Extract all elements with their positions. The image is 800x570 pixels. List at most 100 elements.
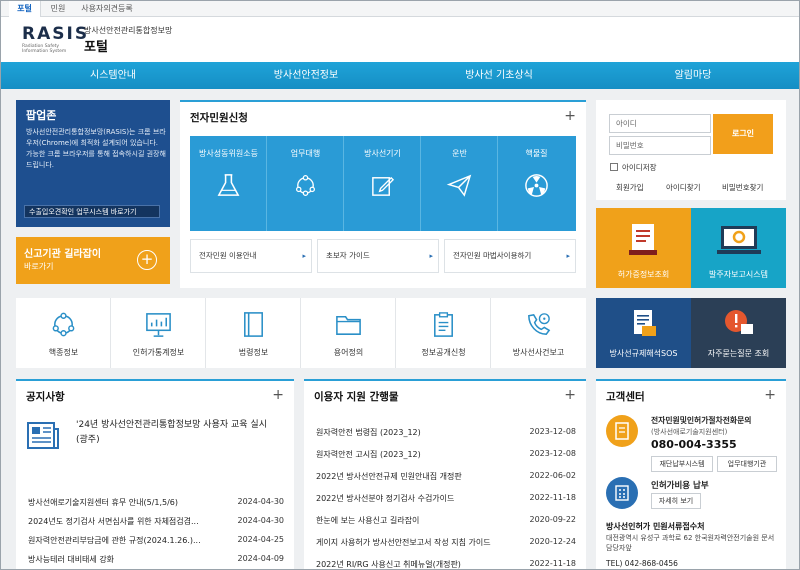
plus-icon[interactable]: + <box>564 387 576 403</box>
notice-title: 공지사항 <box>26 391 65 403</box>
notice-item[interactable]: 방사선애로기술지원센터 휴무 안내(5/1,5/6) <box>28 497 268 508</box>
tile-agency[interactable]: 업무대행 <box>267 136 344 231</box>
grid-glyph <box>615 485 629 501</box>
shortcut-label: 방사선사건보고 <box>512 348 565 357</box>
shortcut-law-info[interactable]: 법령정보 <box>206 298 301 368</box>
main-nav: 시스템안내 방사선안전정보 방사선 기초상식 알림마당 <box>1 62 799 89</box>
password-input[interactable]: 비밀번호 <box>609 136 711 155</box>
phone-book-icon <box>606 415 638 447</box>
publication-date: 2022-11-18 <box>529 493 577 502</box>
shortcut-license-stats[interactable]: 인허가통계정보 <box>111 298 206 368</box>
find-password-link[interactable]: 비밀번호찾기 <box>722 182 763 193</box>
notice-date: 2024-04-25 <box>237 535 285 544</box>
tile-radioisotope[interactable]: 방사성동위원소등 <box>190 136 267 231</box>
nav-basics[interactable]: 방사선 기초상식 <box>399 62 599 89</box>
logo[interactable]: RASIS <box>22 24 89 44</box>
id-input[interactable]: 아이디 <box>609 114 711 133</box>
nav-safety-info[interactable]: 방사선안전정보 <box>206 62 406 89</box>
nav-notice-board[interactable]: 알림마당 <box>593 62 793 89</box>
tab-civil[interactable]: 민원 <box>43 1 73 17</box>
flask-icon <box>217 174 240 196</box>
notice-item[interactable]: 방사능테러 대비태세 강화 <box>28 554 268 565</box>
shortcut-terms[interactable]: 용어정의 <box>301 298 396 368</box>
chevron-right-icon: ▸ <box>429 252 433 260</box>
info-shortcuts: 핵종정보 인허가통계정보 법령정보 용어정의 정보공개신청 방사선사건보고 <box>16 298 586 368</box>
phone-radiation-icon <box>528 313 551 335</box>
quick-license-lookup[interactable]: 허가증정보조회 <box>596 208 691 288</box>
quick-label: 발주자보고시스템 <box>709 270 768 279</box>
fee-title: 인허가비용 납부 <box>651 481 709 491</box>
signup-link[interactable]: 회원가입 <box>616 182 644 193</box>
reception-tel: TEL) 042-868-0456 <box>606 559 678 568</box>
page: 포털 민원 사용자의견등록 RASIS Radiation Safety Inf… <box>0 0 800 570</box>
tile-label: 핵물질 <box>525 149 548 158</box>
tile-nuclear-material[interactable]: 핵물질 <box>498 136 575 231</box>
reception-title: 방사선인허가 민원서류접수처 <box>606 522 705 531</box>
login-button[interactable]: 로그인 <box>713 114 773 154</box>
shortcut-label: 인허가통계정보 <box>132 348 185 357</box>
login-panel: 아이디 비밀번호 로그인 아이디저장 회원가입 아이디찾기 비밀번호찾기 <box>596 100 786 200</box>
sublink-wizard[interactable]: 전자민원 마법사이용하기 ▸ <box>444 239 576 273</box>
publication-date: 2022-06-02 <box>529 471 577 480</box>
details-button[interactable]: 자세히 보기 <box>651 493 701 509</box>
publication-item[interactable]: 2022년 방사선분야 정기검사 수검가이드 <box>316 493 526 504</box>
save-id-checkbox[interactable]: 아이디저장 <box>610 162 657 173</box>
customer-center-panel: 고객센터 + 전자민원및인허가절차전화문의 (방사선애로기술지원센터) 080-… <box>596 379 786 569</box>
notice-date: 2024-04-09 <box>237 554 285 563</box>
quick-label: 허가증정보조회 <box>617 270 670 279</box>
featured-notice[interactable]: '24년 방사선안전관리통합정보망 사용자 교육 실시 (광주) <box>76 418 281 448</box>
find-id-link[interactable]: 아이디찾기 <box>666 182 701 193</box>
quick-faq[interactable]: 자주묻는질문 조회 <box>691 298 786 368</box>
plus-icon[interactable]: + <box>764 387 776 403</box>
quick-orderer-report[interactable]: 발주자보고시스템 <box>691 208 786 288</box>
payment-system-button[interactable]: 재단납부시스템 <box>651 456 713 472</box>
report-guide-banner[interactable]: 신고기관 길라잡이 바로가기 + <box>16 237 170 284</box>
site-header: RASIS Radiation Safety Information Syste… <box>1 17 799 62</box>
notice-item[interactable]: 원자력안전관리부담금에 관한 규정(2024.1.26.)... <box>28 535 228 546</box>
tile-radiation-device[interactable]: 방사선기기 <box>344 136 421 231</box>
paper-plane-icon <box>446 174 472 197</box>
notice-date: 2024-04-30 <box>237 497 285 506</box>
agency-button[interactable]: 업무대행기관 <box>717 456 777 472</box>
quick-regulation-sos[interactable]: 방사선규제해석SOS <box>596 298 691 368</box>
consult-phone: 080-004-3355 <box>651 438 737 451</box>
plus-icon[interactable]: + <box>564 108 576 124</box>
org-name: 방사선안전관리통합정보망 <box>84 26 173 35</box>
portal-title: 포털 <box>84 40 108 55</box>
shortcut-incident-report[interactable]: 방사선사건보고 <box>491 298 586 368</box>
publication-item[interactable]: 2022년 방사선안전규제 민원안내집 개정판 <box>316 471 526 482</box>
publication-item[interactable]: 원자력안전 법령집 (2023_12) <box>316 427 526 438</box>
publication-item[interactable]: 한눈에 보는 사용신고 길라잡이 <box>316 515 526 526</box>
notice-panel: 공지사항 + '24년 방사선안전관리통합정보망 사용자 교육 실시 (광주) … <box>16 379 294 569</box>
tile-label: 업무대행 <box>290 149 321 158</box>
tile-transport[interactable]: 운반 <box>421 136 498 231</box>
sublink-beginner[interactable]: 초보자 가이드 ▸ <box>317 239 439 273</box>
e-civil-panel: 전자민원신청 + 방사성동위원소등 업무대행 방사선기기 운반 핵물질 전자민원… <box>180 100 586 288</box>
publication-date: 2022-11-18 <box>529 559 577 568</box>
shortcut-label: 정보공개신청 <box>421 348 466 357</box>
tile-label: 방사성동위원소등 <box>199 149 258 158</box>
publication-item[interactable]: 원자력안전 고시집 (2023_12) <box>316 449 526 460</box>
customer-title: 고객센터 <box>606 391 645 403</box>
notice-item[interactable]: 2024년도 정기검사 서면심사를 위한 자체점검겸... <box>28 516 228 527</box>
notepad-glyph <box>615 422 629 440</box>
tab-feedback[interactable]: 사용자의견등록 <box>75 1 139 17</box>
shortcut-nuclide-info[interactable]: 핵종정보 <box>16 298 111 368</box>
plus-icon[interactable]: + <box>272 387 284 403</box>
quick-label: 자주묻는질문 조회 <box>707 349 770 358</box>
popup-link[interactable]: 수출입오견확인 업무시스템 바로가기 <box>24 205 160 218</box>
shortcut-label: 법령정보 <box>238 348 269 357</box>
plus-icon: + <box>137 250 157 270</box>
e-civil-sublinks: 전자민원 이용안내 ▸ 초보자 가이드 ▸ 전자민원 마법사이용하기 ▸ <box>190 239 576 273</box>
radiation-icon <box>525 174 548 197</box>
shortcut-info-disclosure[interactable]: 정보공개신청 <box>396 298 491 368</box>
publication-item[interactable]: 2022년 RI/RG 사용신고 취메뉴얼(개정판) <box>316 559 526 569</box>
nav-system-guide[interactable]: 시스템안내 <box>13 62 213 89</box>
tab-portal[interactable]: 포털 <box>9 1 41 17</box>
checkbox-icon <box>610 163 618 171</box>
tile-label: 운반 <box>452 149 467 158</box>
e-civil-title: 전자민원신청 <box>190 112 248 124</box>
sublink-guide[interactable]: 전자민원 이용안내 ▸ <box>190 239 312 273</box>
publication-item[interactable]: 게이지 사용허가 방사선안전보고서 작성 지침 가이드 <box>316 537 526 548</box>
chevron-right-icon: ▸ <box>302 252 306 260</box>
